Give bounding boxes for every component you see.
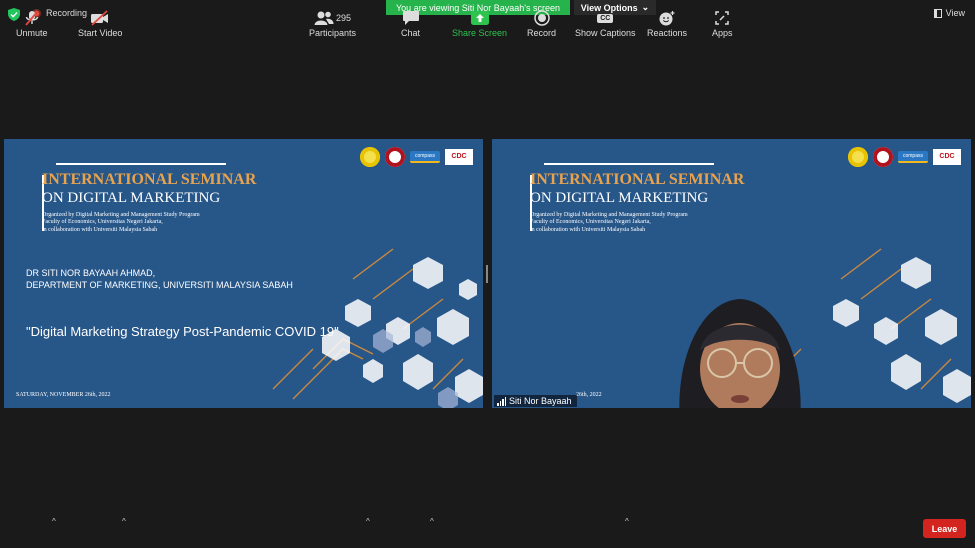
captions-options-chevron-icon[interactable]: ^ bbox=[625, 517, 629, 526]
apps-button[interactable]: Apps bbox=[712, 8, 733, 38]
title-rule bbox=[56, 163, 226, 165]
meeting-toolbar bbox=[0, 505, 975, 548]
signal-strength-icon bbox=[497, 396, 506, 406]
video-options-chevron-icon[interactable]: ^ bbox=[122, 517, 126, 526]
slide-organizer-text: Organized by Digital Marketing and Manag… bbox=[530, 212, 688, 233]
participant-camera-image bbox=[679, 299, 801, 408]
start-video-button[interactable]: Start Video bbox=[78, 8, 122, 38]
share-screen-label: Share Screen bbox=[452, 28, 508, 38]
chat-bubble-icon bbox=[402, 8, 420, 28]
cdc-logo: CDC bbox=[445, 149, 473, 165]
apps-label: Apps bbox=[712, 28, 733, 38]
chat-button[interactable]: Chat bbox=[401, 8, 420, 38]
participants-button[interactable]: 295 Participants bbox=[309, 8, 356, 38]
record-icon bbox=[533, 8, 550, 28]
shared-screen-slide: INTERNATIONAL SEMINAR ON DIGITAL MARKETI… bbox=[4, 139, 483, 408]
cdc-logo: CDC bbox=[933, 149, 961, 165]
reactions-label: Reactions bbox=[647, 28, 688, 38]
slide-organizer-text: Organized by Digital Marketing and Manag… bbox=[42, 212, 200, 233]
view-button[interactable]: View bbox=[933, 8, 965, 18]
share-screen-button[interactable]: Share Screen bbox=[452, 8, 507, 38]
closed-captions-icon: CC bbox=[597, 8, 614, 28]
chat-label: Chat bbox=[401, 28, 421, 38]
participants-label: Participants bbox=[309, 28, 357, 38]
slide-title-line2: ON DIGITAL MARKETING bbox=[530, 190, 709, 206]
participant-video-tile[interactable]: INTERNATIONAL SEMINAR ON DIGITAL MARKETI… bbox=[492, 139, 971, 408]
leave-button[interactable]: Leave bbox=[923, 519, 966, 538]
hexagon-decoration bbox=[272, 248, 483, 408]
apps-icon bbox=[714, 8, 730, 28]
microphone-muted-icon bbox=[23, 8, 41, 28]
slide-date-partial: 26th, 2022 bbox=[576, 392, 602, 398]
slide-title-line2: ON DIGITAL MARKETING bbox=[42, 190, 221, 206]
unmute-button[interactable]: Unmute bbox=[16, 8, 48, 38]
show-captions-label: Show Captions bbox=[575, 28, 636, 38]
unmute-label: Unmute bbox=[16, 28, 48, 38]
slide-title-line1: INTERNATIONAL SEMINAR bbox=[530, 171, 745, 188]
view-label: View bbox=[945, 8, 965, 18]
unj-logo bbox=[360, 147, 380, 167]
camera-off-icon bbox=[90, 8, 110, 28]
start-video-label: Start Video bbox=[78, 28, 123, 38]
participants-count: 295 bbox=[336, 13, 352, 23]
unj-logo bbox=[848, 147, 868, 167]
chat-options-chevron-icon[interactable]: ^ bbox=[430, 517, 434, 526]
ums-logo bbox=[873, 147, 893, 167]
participant-name: Siti Nor Bayaah bbox=[509, 396, 572, 406]
compass-logo: compass bbox=[898, 151, 928, 163]
audio-options-chevron-icon[interactable]: ^ bbox=[52, 517, 56, 526]
reactions-button[interactable]: Reactions bbox=[647, 8, 687, 38]
partner-logos: compass CDC bbox=[360, 147, 473, 167]
slide-title-line1: INTERNATIONAL SEMINAR bbox=[42, 171, 257, 188]
participants-icon: 295 bbox=[314, 8, 351, 28]
record-label: Record bbox=[527, 28, 557, 38]
ums-logo bbox=[385, 147, 405, 167]
reactions-smiley-icon bbox=[658, 8, 676, 28]
compass-logo: compass bbox=[410, 151, 440, 163]
share-screen-icon bbox=[470, 8, 489, 28]
slide-date: SATURDAY, NOVEMBER 26th, 2022 bbox=[16, 392, 111, 398]
split-handle[interactable] bbox=[486, 265, 488, 283]
participant-name-badge: Siti Nor Bayaah bbox=[494, 395, 577, 407]
title-rule bbox=[544, 163, 714, 165]
record-button[interactable]: Record bbox=[527, 8, 556, 38]
partner-logos: compass CDC bbox=[848, 147, 961, 167]
show-captions-button[interactable]: CC Show Captions bbox=[575, 8, 636, 38]
participants-options-chevron-icon[interactable]: ^ bbox=[366, 517, 370, 526]
view-layout-icon bbox=[933, 8, 942, 18]
